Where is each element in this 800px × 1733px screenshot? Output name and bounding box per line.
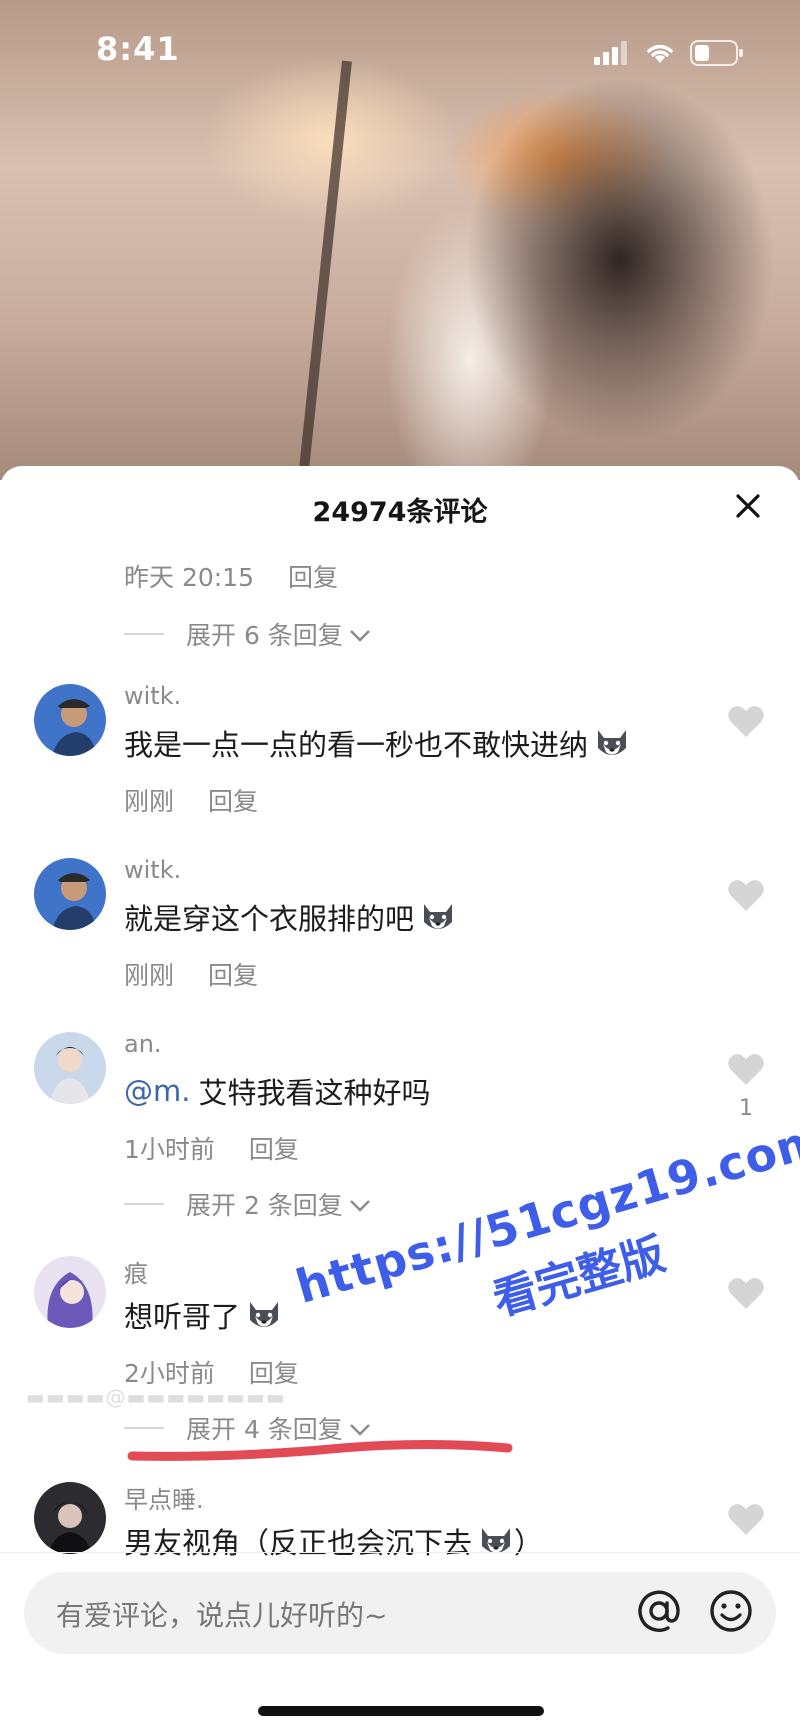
comment-username[interactable]: 早点睡. xyxy=(124,1480,204,1515)
close-button[interactable] xyxy=(726,486,770,530)
comment-text: @m. 艾特我看这种好吗 xyxy=(124,1070,430,1112)
video-scene-pole xyxy=(298,60,352,480)
comment-text: 男友视角（反正也会沉下去 ） xyxy=(124,1520,543,1562)
comment-username[interactable]: witk. xyxy=(124,856,181,884)
avatar[interactable] xyxy=(34,858,106,930)
comment-username[interactable]: 痕 xyxy=(124,1254,148,1289)
avatar[interactable] xyxy=(34,1482,106,1554)
comment-meta: 刚刚 回复 xyxy=(124,956,258,992)
expand-label: 展开 6 条回复 xyxy=(186,621,343,650)
input-divider xyxy=(0,1552,800,1553)
comment-input-placeholder[interactable]: 有爱评论，说点儿好听的~ xyxy=(56,1594,387,1634)
signal-icon xyxy=(594,41,630,69)
chevron-down-icon xyxy=(349,1190,371,1219)
comment-body: 就是穿这个衣服排的吧 xyxy=(124,902,415,936)
comment-text: 我是一点一点的看一秒也不敢快进纳 xyxy=(124,722,630,764)
avatar[interactable] xyxy=(34,1032,106,1104)
comments-count-title: 24974条评论 xyxy=(312,497,488,528)
mention-button[interactable] xyxy=(632,1586,686,1640)
chevron-down-icon xyxy=(349,620,371,649)
comment-body: 艾特我看这种好吗 xyxy=(198,1076,431,1110)
comment-username[interactable]: witk. xyxy=(124,682,181,710)
heart-icon xyxy=(727,1054,765,1090)
reply-link[interactable]: 回复 xyxy=(208,782,258,818)
expand-replies-3[interactable]: 展开 4 条回复 xyxy=(124,1410,371,1446)
expand-replies-2[interactable]: 展开 2 条回复 xyxy=(124,1186,371,1222)
mention-link[interactable]: @m. xyxy=(124,1074,190,1108)
comment-body: 我是一点一点的看一秒也不敢快进纳 xyxy=(124,728,589,762)
expand-divider xyxy=(124,1427,164,1429)
avatar[interactable] xyxy=(34,1256,106,1328)
comment-meta-previous: 昨天 20:15 回复 xyxy=(124,558,338,594)
comment-body-end: ） xyxy=(514,1526,544,1560)
like-button[interactable] xyxy=(726,1276,766,1314)
home-indicator[interactable] xyxy=(258,1706,544,1716)
comments-sheet: 24974条评论 昨天 20:15 回复 展开 6 条回复 witk. 我是一点… xyxy=(0,466,800,1733)
status-icons xyxy=(594,40,744,70)
like-button[interactable]: 1 xyxy=(726,1052,766,1121)
comment-time: 昨天 20:15 xyxy=(124,563,254,592)
expand-label: 展开 4 条回复 xyxy=(186,1415,343,1444)
status-time: 8:41 xyxy=(96,30,180,68)
emoji-icon xyxy=(708,1588,754,1638)
reply-link[interactable]: 回复 xyxy=(288,558,338,594)
comment-body: 想听哥了 xyxy=(124,1300,241,1334)
like-count: 1 xyxy=(739,1096,753,1121)
like-button[interactable] xyxy=(726,1502,766,1540)
like-button[interactable] xyxy=(726,878,766,916)
heart-icon xyxy=(727,880,765,916)
husky-emoji-icon xyxy=(594,726,630,760)
like-button[interactable] xyxy=(726,704,766,742)
comment-text: 想听哥了 xyxy=(124,1294,282,1336)
husky-emoji-icon xyxy=(246,1298,282,1332)
battery-icon xyxy=(690,40,744,70)
comment-body: 男友视角（反正也会沉下去 xyxy=(124,1526,473,1560)
reply-link[interactable]: 回复 xyxy=(249,1130,299,1166)
avatar[interactable] xyxy=(34,684,106,756)
expand-divider xyxy=(124,1203,164,1205)
comment-time: 刚刚 xyxy=(124,787,175,816)
status-bar: 8:41 xyxy=(0,0,800,100)
reply-link[interactable]: 回复 xyxy=(208,956,258,992)
heart-icon xyxy=(727,1278,765,1314)
heart-icon xyxy=(727,1504,765,1540)
expand-divider xyxy=(124,633,164,635)
comment-meta: 刚刚 回复 xyxy=(124,782,258,818)
close-icon xyxy=(735,493,761,523)
comment-username[interactable]: an. xyxy=(124,1030,162,1058)
comment-time: 刚刚 xyxy=(124,961,175,990)
chevron-down-icon xyxy=(349,1414,371,1443)
wifi-icon xyxy=(644,41,676,69)
expand-label: 展开 2 条回复 xyxy=(186,1191,343,1220)
expand-replies-1[interactable]: 展开 6 条回复 xyxy=(124,616,371,652)
heart-icon xyxy=(727,706,765,742)
at-icon xyxy=(636,1588,682,1638)
husky-emoji-icon xyxy=(420,900,456,934)
blurred-watermark-id: ▬▬▬▬@▬▬▬▬▬▬▬▬ xyxy=(26,1385,286,1409)
comment-input-bar[interactable]: 有爱评论，说点儿好听的~ xyxy=(24,1572,776,1654)
comment-meta: 1小时前 回复 xyxy=(124,1130,299,1166)
emoji-button[interactable] xyxy=(704,1586,758,1640)
comment-time: 1小时前 xyxy=(124,1135,215,1164)
comment-text: 就是穿这个衣服排的吧 xyxy=(124,896,456,938)
